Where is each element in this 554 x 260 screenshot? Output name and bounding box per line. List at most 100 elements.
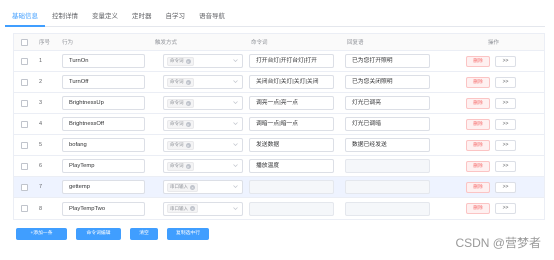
action-input[interactable]: TurnOn: [62, 54, 145, 68]
delete-row-button[interactable]: 删除: [466, 160, 490, 172]
more-button[interactable]: >>: [495, 160, 516, 172]
tag-close-icon[interactable]: ×: [190, 206, 195, 211]
tab-timer[interactable]: 定时器: [125, 7, 159, 27]
row-checkbox[interactable]: [20, 162, 28, 170]
table-row[interactable]: 8 PlayTempTwo 串口输入 × 删除 >>: [14, 198, 544, 219]
tag-close-icon[interactable]: ×: [185, 121, 191, 127]
action-input[interactable]: PlayTemp: [62, 159, 145, 173]
table-row[interactable]: 6 PlayTemp 命令词 × 播放温度 删除 >>: [14, 156, 544, 177]
reply-input[interactable]: 已为您关闭照明: [345, 75, 430, 89]
row-checkbox[interactable]: [20, 99, 28, 107]
command-input[interactable]: 发送数据: [249, 138, 334, 152]
action-input[interactable]: PlayTempTwo: [62, 201, 145, 216]
clear-button[interactable]: 清空: [130, 228, 158, 240]
tag-close-icon[interactable]: ×: [185, 58, 191, 64]
delete-row-button[interactable]: 删除: [466, 76, 490, 88]
column-header-operation: 操作: [487, 40, 499, 46]
trigger-select[interactable]: 命令词 ×: [163, 117, 243, 131]
add-row-button[interactable]: +添加一条: [16, 228, 67, 240]
reply-input[interactable]: 数据已经发送: [345, 138, 430, 152]
delete-row-button[interactable]: 删除: [466, 139, 490, 151]
table-row[interactable]: 3 BrightnessUp 命令词 × 调亮一点|亮一点 灯光已调亮 删除 >>: [14, 93, 544, 114]
command-input[interactable]: 打开台灯|开打台灯|打开: [249, 54, 334, 68]
more-button[interactable]: >>: [495, 76, 516, 88]
tag-close-icon[interactable]: ×: [185, 79, 191, 85]
trigger-tag-label: 命令词: [170, 163, 184, 168]
tab-control-details[interactable]: 控制详情: [45, 7, 85, 27]
row-index: 8: [39, 205, 43, 212]
trigger-select[interactable]: 命令词 ×: [163, 54, 243, 68]
tab-variable-definitions[interactable]: 变量定义: [85, 7, 125, 27]
trigger-tag: 串口输入 ×: [167, 182, 198, 192]
more-button[interactable]: >>: [495, 118, 516, 130]
bottom-action-bar: +添加一条 命令词编辑 清空 复制选中行: [16, 228, 209, 240]
trigger-select[interactable]: 命令词 ×: [163, 159, 243, 173]
chevron-down-icon: [233, 164, 238, 167]
more-button[interactable]: >>: [495, 55, 516, 67]
action-input[interactable]: BrightnessUp: [62, 96, 145, 110]
command-input[interactable]: 关闭台灯|关灯|关灯|关闭: [249, 75, 334, 89]
reply-input[interactable]: [345, 201, 430, 216]
trigger-select[interactable]: 命令词 ×: [163, 75, 243, 89]
tab-basic-info[interactable]: 基础信息: [5, 7, 45, 27]
behavior-table: 序号 行为 触发方式 命令词 回复语 操作 1 TurnOn 命令词 × 打开台灯|开打…: [13, 33, 545, 220]
row-checkbox[interactable]: [20, 141, 28, 149]
reply-input[interactable]: [345, 180, 430, 194]
delete-row-button[interactable]: 删除: [466, 118, 490, 130]
tag-close-icon[interactable]: ×: [185, 142, 191, 148]
reply-input[interactable]: 灯光已调亮: [345, 96, 430, 110]
trigger-tag-label: 命令词: [170, 100, 184, 105]
trigger-tag: 串口输入 ×: [167, 204, 198, 213]
row-checkbox[interactable]: [20, 57, 28, 65]
more-button[interactable]: >>: [495, 181, 516, 193]
action-input[interactable]: bofang: [62, 138, 145, 152]
row-index: 3: [39, 100, 43, 106]
trigger-tag: 命令词 ×: [167, 77, 194, 87]
command-input[interactable]: 播放温度: [249, 159, 334, 173]
tab-voice-navigation[interactable]: 语音导航: [192, 7, 232, 27]
command-input[interactable]: 调暗一点|暗一点: [249, 117, 334, 131]
action-input[interactable]: gettemp: [62, 180, 145, 194]
table-row[interactable]: 7 gettemp 串口输入 × 删除 >>: [14, 177, 544, 198]
table-row[interactable]: 5 bofang 命令词 × 发送数据 数据已经发送 删除 >>: [14, 135, 544, 156]
table-row[interactable]: 1 TurnOn 命令词 × 打开台灯|开打台灯|打开 已为您打开照明 删除 >>: [14, 51, 544, 72]
action-input[interactable]: BrightnessOff: [62, 117, 145, 131]
delete-row-button[interactable]: 删除: [466, 97, 490, 109]
trigger-tag: 命令词 ×: [167, 119, 194, 129]
delete-row-button[interactable]: 删除: [466, 203, 490, 214]
trigger-select[interactable]: 串口输入 ×: [163, 201, 243, 216]
more-button[interactable]: >>: [495, 139, 516, 151]
row-checkbox[interactable]: [20, 120, 28, 128]
trigger-select[interactable]: 命令词 ×: [163, 96, 243, 110]
table-row[interactable]: 4 BrightnessOff 命令词 × 调暗一点|暗一点 灯光已调暗 删除 >>: [14, 114, 544, 135]
delete-row-button[interactable]: 删除: [466, 55, 490, 67]
row-checkbox[interactable]: [20, 183, 28, 191]
copy-selected-rows-button[interactable]: 复制选中行: [167, 228, 209, 240]
more-button[interactable]: >>: [495, 203, 516, 214]
tag-close-icon[interactable]: ×: [185, 163, 191, 169]
command-input[interactable]: [249, 180, 334, 194]
tag-close-icon[interactable]: ×: [190, 184, 195, 190]
row-checkbox[interactable]: [20, 205, 28, 212]
trigger-tag-label: 串口输入: [170, 184, 188, 189]
delete-row-button[interactable]: 删除: [466, 181, 490, 193]
column-header-command: 命令词: [251, 40, 268, 46]
command-input[interactable]: 调亮一点|亮一点: [249, 96, 334, 110]
tab-self-learning[interactable]: 自学习: [159, 7, 193, 27]
reply-input[interactable]: [345, 159, 430, 173]
row-index: 1: [39, 58, 43, 64]
table-row[interactable]: 2 TurnOff 命令词 × 关闭台灯|关灯|关灯|关闭 已为您关闭照明 删除 >>: [14, 72, 544, 93]
tag-close-icon[interactable]: ×: [185, 100, 191, 106]
more-button[interactable]: >>: [495, 97, 516, 109]
command-input[interactable]: [249, 201, 334, 216]
action-input[interactable]: TurnOff: [62, 75, 145, 89]
trigger-tag-label: 命令词: [170, 79, 184, 84]
reply-input[interactable]: 灯光已调暗: [345, 117, 430, 131]
select-all-checkbox[interactable]: [20, 38, 28, 46]
reply-input[interactable]: 已为您打开照明: [345, 54, 430, 68]
row-checkbox[interactable]: [20, 78, 28, 86]
trigger-tag: 命令词 ×: [167, 56, 194, 66]
edit-commands-button[interactable]: 命令词编辑: [76, 228, 121, 240]
trigger-select[interactable]: 命令词 ×: [163, 138, 243, 152]
trigger-select[interactable]: 串口输入 ×: [163, 180, 243, 194]
